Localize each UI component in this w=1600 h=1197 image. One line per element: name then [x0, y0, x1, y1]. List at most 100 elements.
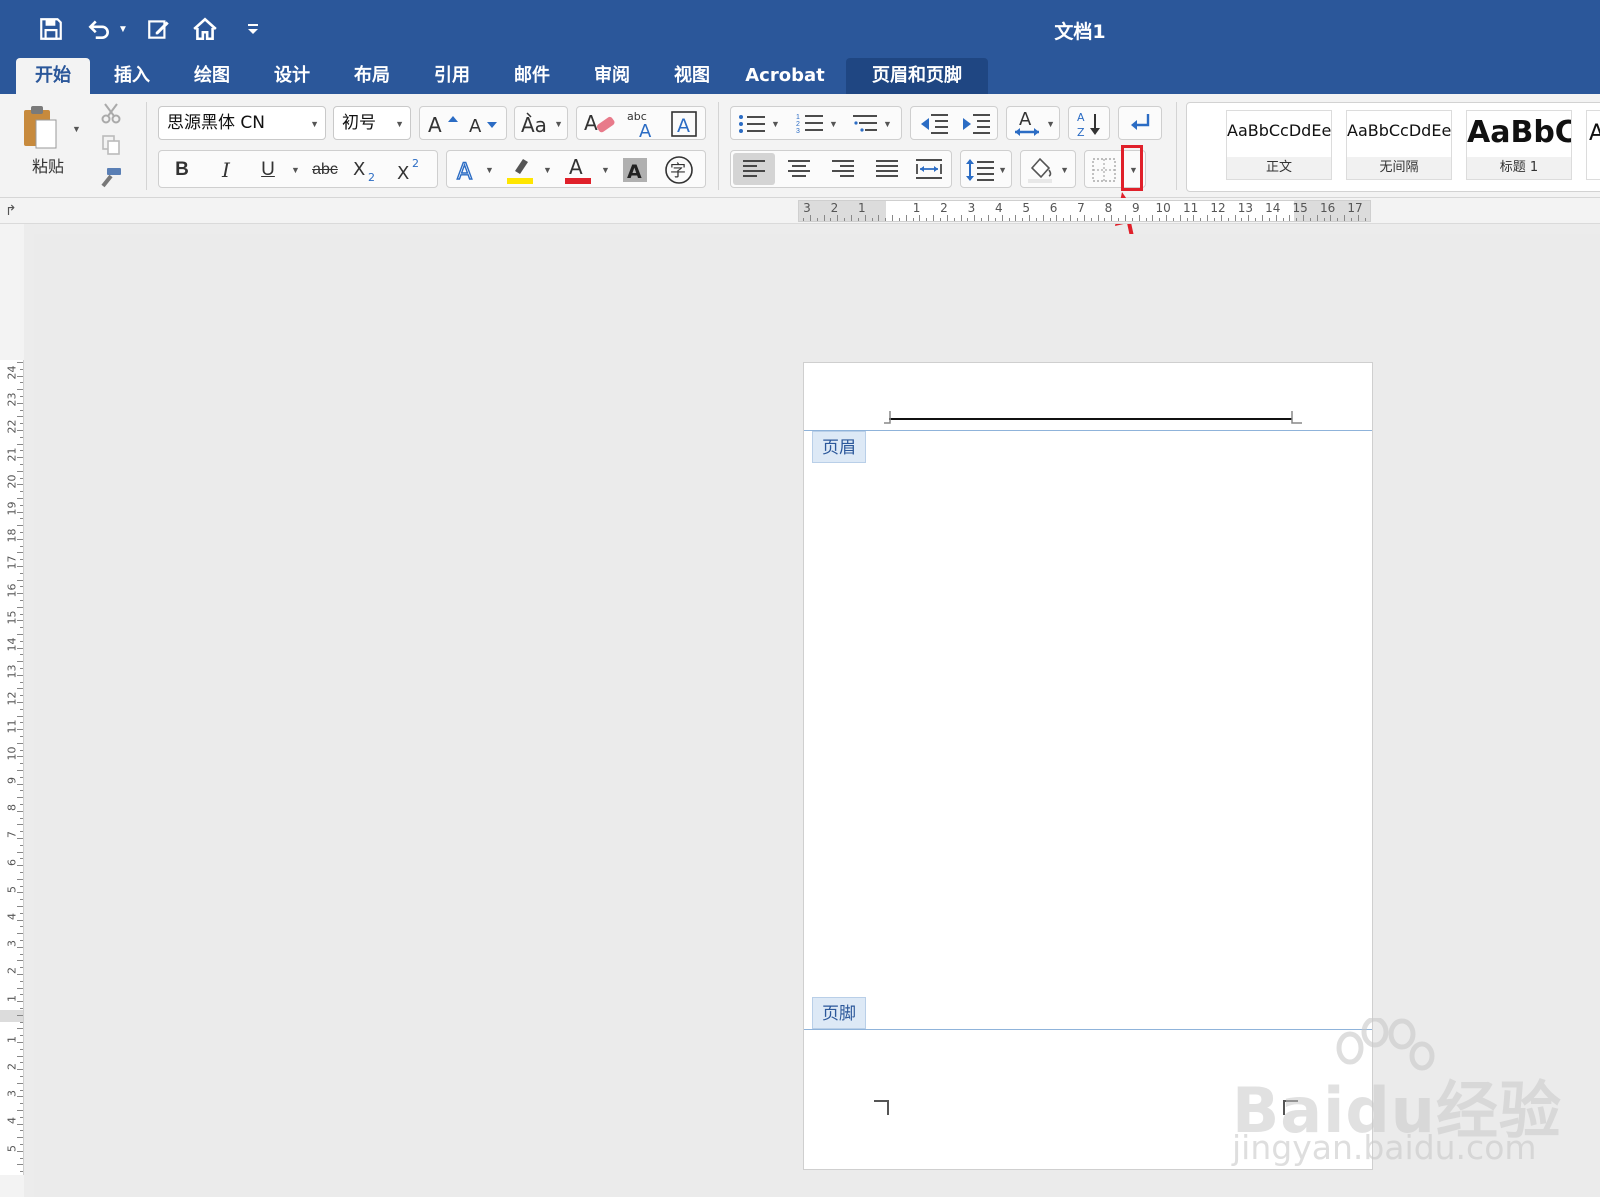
- enclose-character-icon[interactable]: 字: [661, 154, 697, 186]
- vruler-tick: [17, 1082, 23, 1084]
- text-effects-icon[interactable]: A: [453, 154, 483, 186]
- text-direction-dropdown-icon[interactable]: ▼: [1046, 119, 1055, 129]
- copy-icon[interactable]: [98, 132, 124, 158]
- style-heading-1[interactable]: AaBbC 标题 1: [1466, 110, 1572, 180]
- clear-formatting-icon[interactable]: A: [581, 109, 619, 139]
- tab-stop-selector-icon[interactable]: ↱: [5, 202, 17, 219]
- underline-dropdown-icon[interactable]: ▼: [291, 165, 300, 175]
- tab-home[interactable]: 开始: [16, 58, 90, 94]
- vruler-label: 3: [5, 940, 19, 948]
- vruler-tick: [20, 695, 23, 697]
- decrease-indent-icon[interactable]: [915, 109, 953, 139]
- tab-acrobat[interactable]: Acrobat: [738, 58, 832, 94]
- font-name-combo[interactable]: 思源黑体 CN ▼: [158, 106, 326, 140]
- text-effects-dropdown-icon[interactable]: ▼: [485, 165, 494, 175]
- underline-icon[interactable]: U: [251, 154, 285, 186]
- phonetic-guide-icon[interactable]: abc A: [623, 109, 661, 139]
- font-size-dropdown-icon[interactable]: ▼: [395, 119, 404, 129]
- bullets-dropdown-icon[interactable]: ▼: [771, 119, 780, 129]
- cut-icon[interactable]: [98, 100, 124, 126]
- superscript-icon[interactable]: X2: [393, 154, 429, 186]
- vruler-tick: [20, 545, 23, 547]
- justify-icon[interactable]: [867, 153, 907, 185]
- change-case-group[interactable]: Aa ▼: [514, 106, 568, 140]
- save-icon[interactable]: [36, 14, 66, 44]
- footer-tag[interactable]: 页脚: [812, 997, 866, 1029]
- horizontal-ruler[interactable]: 3 2 1 1 2 3 4 5 6 7 8 9 10 11 12 13 14 15 16 17: [798, 200, 1371, 222]
- multilevel-list-icon[interactable]: [847, 109, 881, 139]
- paragraph-mark-icon[interactable]: [1123, 109, 1157, 139]
- vruler-tick: [17, 987, 23, 989]
- ruler-tick: [1111, 215, 1113, 221]
- numbering-icon[interactable]: 123: [793, 109, 827, 139]
- font-name-dropdown-icon[interactable]: ▼: [310, 119, 319, 129]
- header-tag[interactable]: 页眉: [812, 431, 866, 463]
- vruler-tick: [20, 885, 23, 887]
- paste-icon[interactable]: [18, 102, 62, 154]
- line-spacing-dropdown-icon[interactable]: ▼: [998, 165, 1007, 175]
- multilevel-list-dropdown-icon[interactable]: ▼: [883, 119, 892, 129]
- edit-doc-icon[interactable]: [144, 14, 174, 44]
- customize-toolbar-icon[interactable]: [244, 14, 262, 44]
- tab-review[interactable]: 审阅: [578, 58, 646, 94]
- italic-icon[interactable]: I: [209, 154, 243, 186]
- shrink-font-icon[interactable]: A: [465, 109, 503, 139]
- vruler-tick: [17, 892, 23, 894]
- highlighter-icon[interactable]: [503, 154, 537, 186]
- font-color-icon[interactable]: A: [561, 154, 595, 186]
- tab-draw[interactable]: 绘图: [178, 58, 246, 94]
- shading-dropdown-icon[interactable]: ▼: [1060, 165, 1069, 175]
- tab-layout[interactable]: 布局: [338, 58, 406, 94]
- align-left-icon[interactable]: [733, 153, 775, 185]
- shading-icon[interactable]: [1023, 154, 1057, 186]
- undo-dropdown-icon[interactable]: ▼: [116, 14, 130, 44]
- numbering-dropdown-icon[interactable]: ▼: [829, 119, 838, 129]
- text-direction-group[interactable]: A ▼: [1006, 106, 1060, 140]
- increase-indent-icon[interactable]: [957, 109, 995, 139]
- shading-group[interactable]: ▼: [1020, 150, 1076, 188]
- tab-view[interactable]: 视图: [658, 58, 726, 94]
- align-right-icon[interactable]: [823, 153, 863, 185]
- style-normal[interactable]: AaBbCcDdEe 正文: [1226, 110, 1332, 180]
- style-next[interactable]: A: [1586, 110, 1600, 180]
- align-center-icon[interactable]: [779, 153, 819, 185]
- bold-icon[interactable]: B: [165, 154, 199, 186]
- change-case-icon[interactable]: Aa: [517, 109, 553, 139]
- text-direction-icon[interactable]: A: [1009, 109, 1045, 139]
- bullets-icon[interactable]: [735, 109, 769, 139]
- line-spacing-icon[interactable]: [963, 154, 997, 186]
- font-color-dropdown-icon[interactable]: ▼: [601, 165, 610, 175]
- vruler-label: 8: [5, 804, 19, 812]
- home-icon[interactable]: [190, 14, 220, 44]
- vruler-tick: [17, 960, 23, 962]
- sort-icon[interactable]: AZ: [1072, 109, 1106, 139]
- distributed-icon[interactable]: [909, 153, 949, 185]
- style-no-spacing[interactable]: AaBbCcDdEe 无间隔: [1346, 110, 1452, 180]
- ruler-label: 1: [857, 201, 866, 215]
- strikethrough-icon[interactable]: abc: [307, 154, 343, 186]
- line-spacing-group[interactable]: ▼: [960, 150, 1012, 188]
- character-border-icon[interactable]: A: [665, 109, 703, 139]
- tab-insert[interactable]: 插入: [98, 58, 166, 94]
- character-shading-icon[interactable]: A: [617, 154, 653, 186]
- undo-icon[interactable]: [84, 14, 114, 44]
- subscript-icon[interactable]: X2: [349, 154, 385, 186]
- highlighter-dropdown-icon[interactable]: ▼: [543, 165, 552, 175]
- tab-design[interactable]: 设计: [258, 58, 326, 94]
- borders-icon[interactable]: [1087, 154, 1121, 186]
- font-size-combo[interactable]: 初号 ▼: [333, 106, 411, 140]
- change-case-dropdown-icon[interactable]: ▼: [554, 119, 563, 129]
- show-hide-marks-group[interactable]: [1118, 106, 1162, 140]
- vertical-ruler[interactable]: 24 23 22 21 20 19 18 17 16 15 14 13 12 11 10 9 8 7 6 5 4 3 2 1 1…: [0, 360, 24, 1175]
- paste-dropdown-icon[interactable]: ▼: [72, 124, 81, 134]
- tab-mailings[interactable]: 邮件: [498, 58, 566, 94]
- grow-font-icon[interactable]: A: [424, 109, 462, 139]
- tab-header-footer[interactable]: 页眉和页脚: [846, 58, 988, 94]
- tab-references[interactable]: 引用: [418, 58, 486, 94]
- format-painter-icon[interactable]: [98, 164, 124, 190]
- vruler-tick: [20, 518, 23, 520]
- document-page[interactable]: 页眉 页脚: [803, 362, 1373, 1170]
- sort-group[interactable]: AZ: [1068, 106, 1110, 140]
- vruler-tick: [20, 940, 23, 941]
- ruler-tick: [1077, 218, 1078, 221]
